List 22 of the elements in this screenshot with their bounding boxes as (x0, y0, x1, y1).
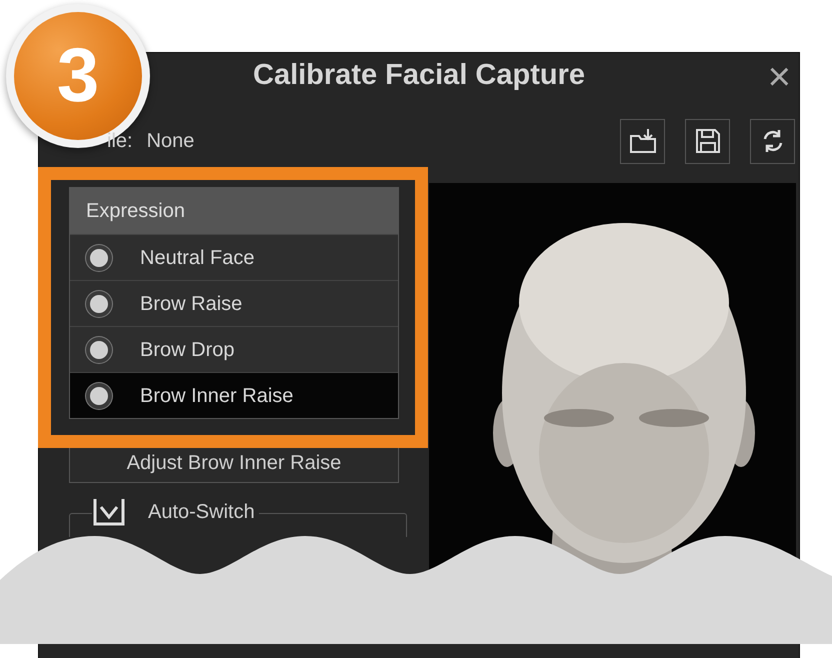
radio-icon (86, 244, 112, 270)
radio-icon (86, 290, 112, 316)
radio-icon (86, 382, 112, 408)
expression-item[interactable]: Neutral Face (70, 234, 398, 280)
item-label: Neutral Face (140, 246, 254, 270)
expression-item[interactable]: Brow Inner Raise (70, 372, 398, 418)
save-button[interactable] (685, 118, 730, 164)
list-header: Expression (70, 188, 398, 234)
window-title: Calibrate Facial Capture (253, 58, 585, 94)
item-label: Brow Raise (140, 292, 242, 316)
load-folder-button[interactable] (620, 118, 665, 164)
auto-switch-label: Auto-Switch (148, 500, 255, 525)
radio-icon (86, 336, 112, 362)
expression-item[interactable]: Brow Raise (70, 280, 398, 326)
expression-item[interactable]: Brow Drop (70, 326, 398, 372)
folder-icon (628, 128, 656, 154)
item-label: Brow Inner Raise (140, 384, 294, 408)
profile-value: None (146, 129, 194, 154)
checkbox[interactable] (92, 497, 126, 527)
item-label: Brow Drop (140, 338, 234, 362)
close-button[interactable]: × (768, 57, 791, 97)
reset-button[interactable] (750, 118, 795, 164)
